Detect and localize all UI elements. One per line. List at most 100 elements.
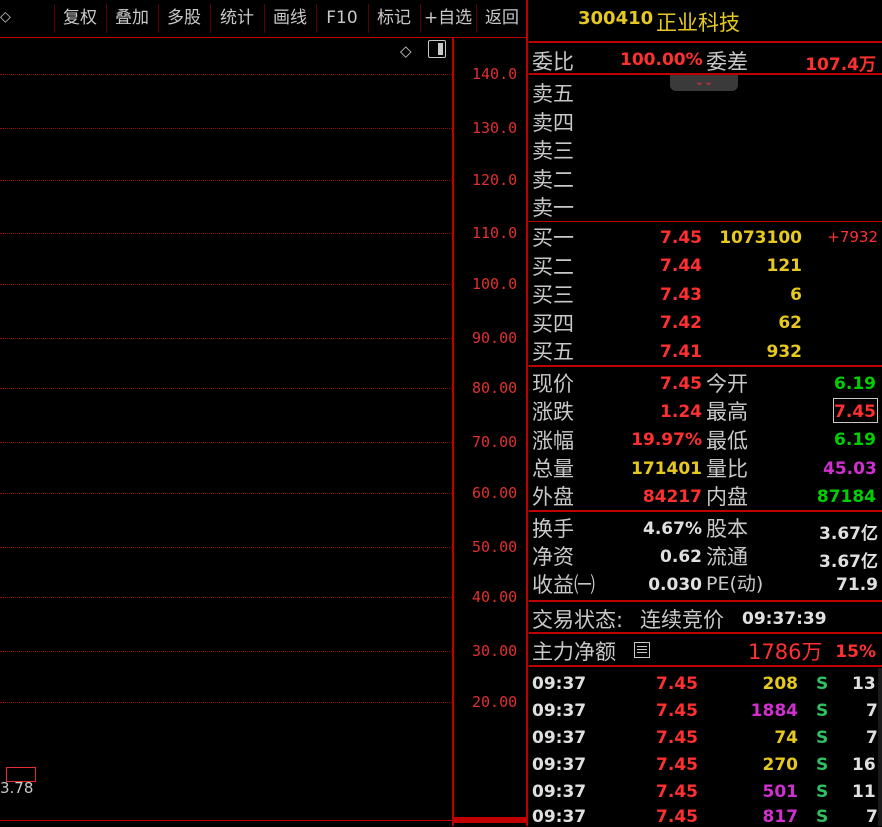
statistics-button[interactable]: 统计 — [210, 4, 263, 33]
gridline — [0, 233, 452, 234]
net-flow-percent: 15% — [835, 642, 876, 662]
net-flow-label: 主力净额 — [532, 640, 616, 664]
tick-price: 7.45 — [656, 807, 698, 827]
tick-price: 7.45 — [656, 701, 698, 721]
gridline — [0, 547, 452, 548]
price-change: 1.24 — [660, 402, 702, 422]
weicha-value: 107.4万 — [805, 55, 876, 75]
gridline — [0, 338, 452, 339]
gridline — [0, 651, 452, 652]
collapse-handle-icon[interactable]: ⌄⌄ — [670, 75, 738, 91]
gridline — [0, 128, 452, 129]
buy-level-label: 买五 — [532, 340, 574, 364]
tick-volume: 501 — [762, 782, 799, 802]
gridline — [0, 74, 452, 75]
divider — [529, 665, 882, 667]
tick-count: 7 — [866, 807, 878, 827]
tick-volume: 74 — [774, 728, 798, 748]
buy-level-label: 买一 — [532, 226, 574, 250]
sell-level-label: 卖五 — [532, 82, 574, 106]
stat-label: 今开 — [706, 372, 748, 396]
panel-border — [526, 0, 528, 826]
f10-button[interactable]: F10 — [316, 4, 367, 33]
y-axis-label: 60.00 — [472, 484, 518, 502]
gridline — [0, 388, 452, 389]
stock-name: 正业科技 — [656, 11, 740, 35]
diamond-icon[interactable]: ◇ — [0, 9, 11, 25]
multi-stock-button[interactable]: 多股 — [158, 4, 209, 33]
back-button[interactable]: 返回 — [476, 4, 527, 33]
float-shares: 3.67亿 — [819, 552, 878, 572]
tick-side: S — [816, 755, 829, 775]
tick-price: 7.45 — [656, 728, 698, 748]
chart-bottom-border — [0, 820, 452, 821]
tick-count: 11 — [852, 782, 876, 802]
change-percent: 19.97% — [631, 430, 702, 450]
total-volume: 171401 — [631, 459, 702, 479]
restore-rights-button[interactable]: 复权 — [54, 4, 105, 33]
chart-border — [452, 38, 454, 826]
fund-label: 收益㈠ — [532, 573, 595, 597]
stat-label: 最高 — [706, 400, 748, 424]
weibi-value: 100.00% — [620, 50, 703, 70]
tick-side: S — [816, 701, 829, 721]
weibi-label: 委比 — [532, 50, 574, 74]
buy-level-label: 买三 — [532, 283, 574, 307]
stat-label: 涨跌 — [532, 400, 574, 424]
current-price: 7.45 — [660, 374, 702, 394]
divider — [529, 632, 882, 634]
fund-label: 换手 — [532, 517, 574, 541]
earnings: 0.030 — [648, 575, 702, 595]
list-icon[interactable] — [634, 642, 650, 658]
buy-volume: 6 — [790, 285, 802, 305]
draw-line-button[interactable]: 画线 — [264, 4, 315, 33]
gridline — [0, 180, 452, 181]
tick-price: 7.45 — [656, 782, 698, 802]
divider — [529, 600, 882, 602]
overlay-button[interactable]: 叠加 — [106, 4, 157, 33]
tick-scrollbar[interactable] — [878, 668, 882, 826]
mark-button[interactable]: 标记 — [368, 4, 419, 33]
buy-change: +7932 — [827, 228, 878, 246]
weicha-label: 委差 — [706, 50, 748, 74]
fund-label: PE(动) — [706, 573, 764, 595]
low-price-label: 3.78 — [0, 779, 34, 797]
stat-label: 现价 — [532, 372, 574, 396]
y-axis-label: 50.00 — [472, 538, 518, 556]
outer-volume: 84217 — [642, 487, 702, 507]
volume-ratio: 45.03 — [823, 459, 877, 479]
y-axis-label: 20.00 — [472, 693, 518, 711]
y-axis-label: 80.00 — [472, 379, 518, 397]
tick-side: S — [816, 782, 829, 802]
y-axis-label: 90.00 — [472, 329, 518, 347]
buy-price: 7.44 — [660, 256, 702, 276]
gridline — [0, 442, 452, 443]
stat-label: 量比 — [706, 457, 748, 481]
y-axis-label: 110.0 — [472, 224, 518, 242]
buy-volume: 1073100 — [719, 228, 802, 248]
buy-volume: 62 — [778, 313, 802, 333]
open-price: 6.19 — [834, 374, 876, 394]
tick-side: S — [816, 807, 829, 827]
tick-time: 09:37 — [532, 701, 587, 721]
gridline — [0, 597, 452, 598]
panel-toggle-icon[interactable] — [428, 40, 446, 58]
axis-corner — [452, 817, 528, 823]
add-watchlist-button[interactable]: +自选 — [420, 4, 475, 33]
high-price: 7.45 — [834, 402, 876, 422]
diamond-icon[interactable]: ◇ — [400, 42, 412, 60]
y-axis-label: 30.00 — [472, 642, 518, 660]
tick-time: 09:37 — [532, 674, 587, 694]
tick-price: 7.45 — [656, 674, 698, 694]
y-axis-label: 40.00 — [472, 588, 518, 606]
price-chart[interactable] — [0, 38, 452, 826]
sell-level-label: 卖四 — [532, 111, 574, 135]
tick-side: S — [816, 728, 829, 748]
tick-volume: 1884 — [750, 701, 798, 721]
gridline — [0, 702, 452, 703]
buy-volume: 932 — [766, 342, 803, 362]
fund-label: 流通 — [706, 545, 748, 569]
buy-volume: 121 — [766, 256, 803, 276]
tick-price: 7.45 — [656, 755, 698, 775]
tick-count: 7 — [866, 701, 878, 721]
